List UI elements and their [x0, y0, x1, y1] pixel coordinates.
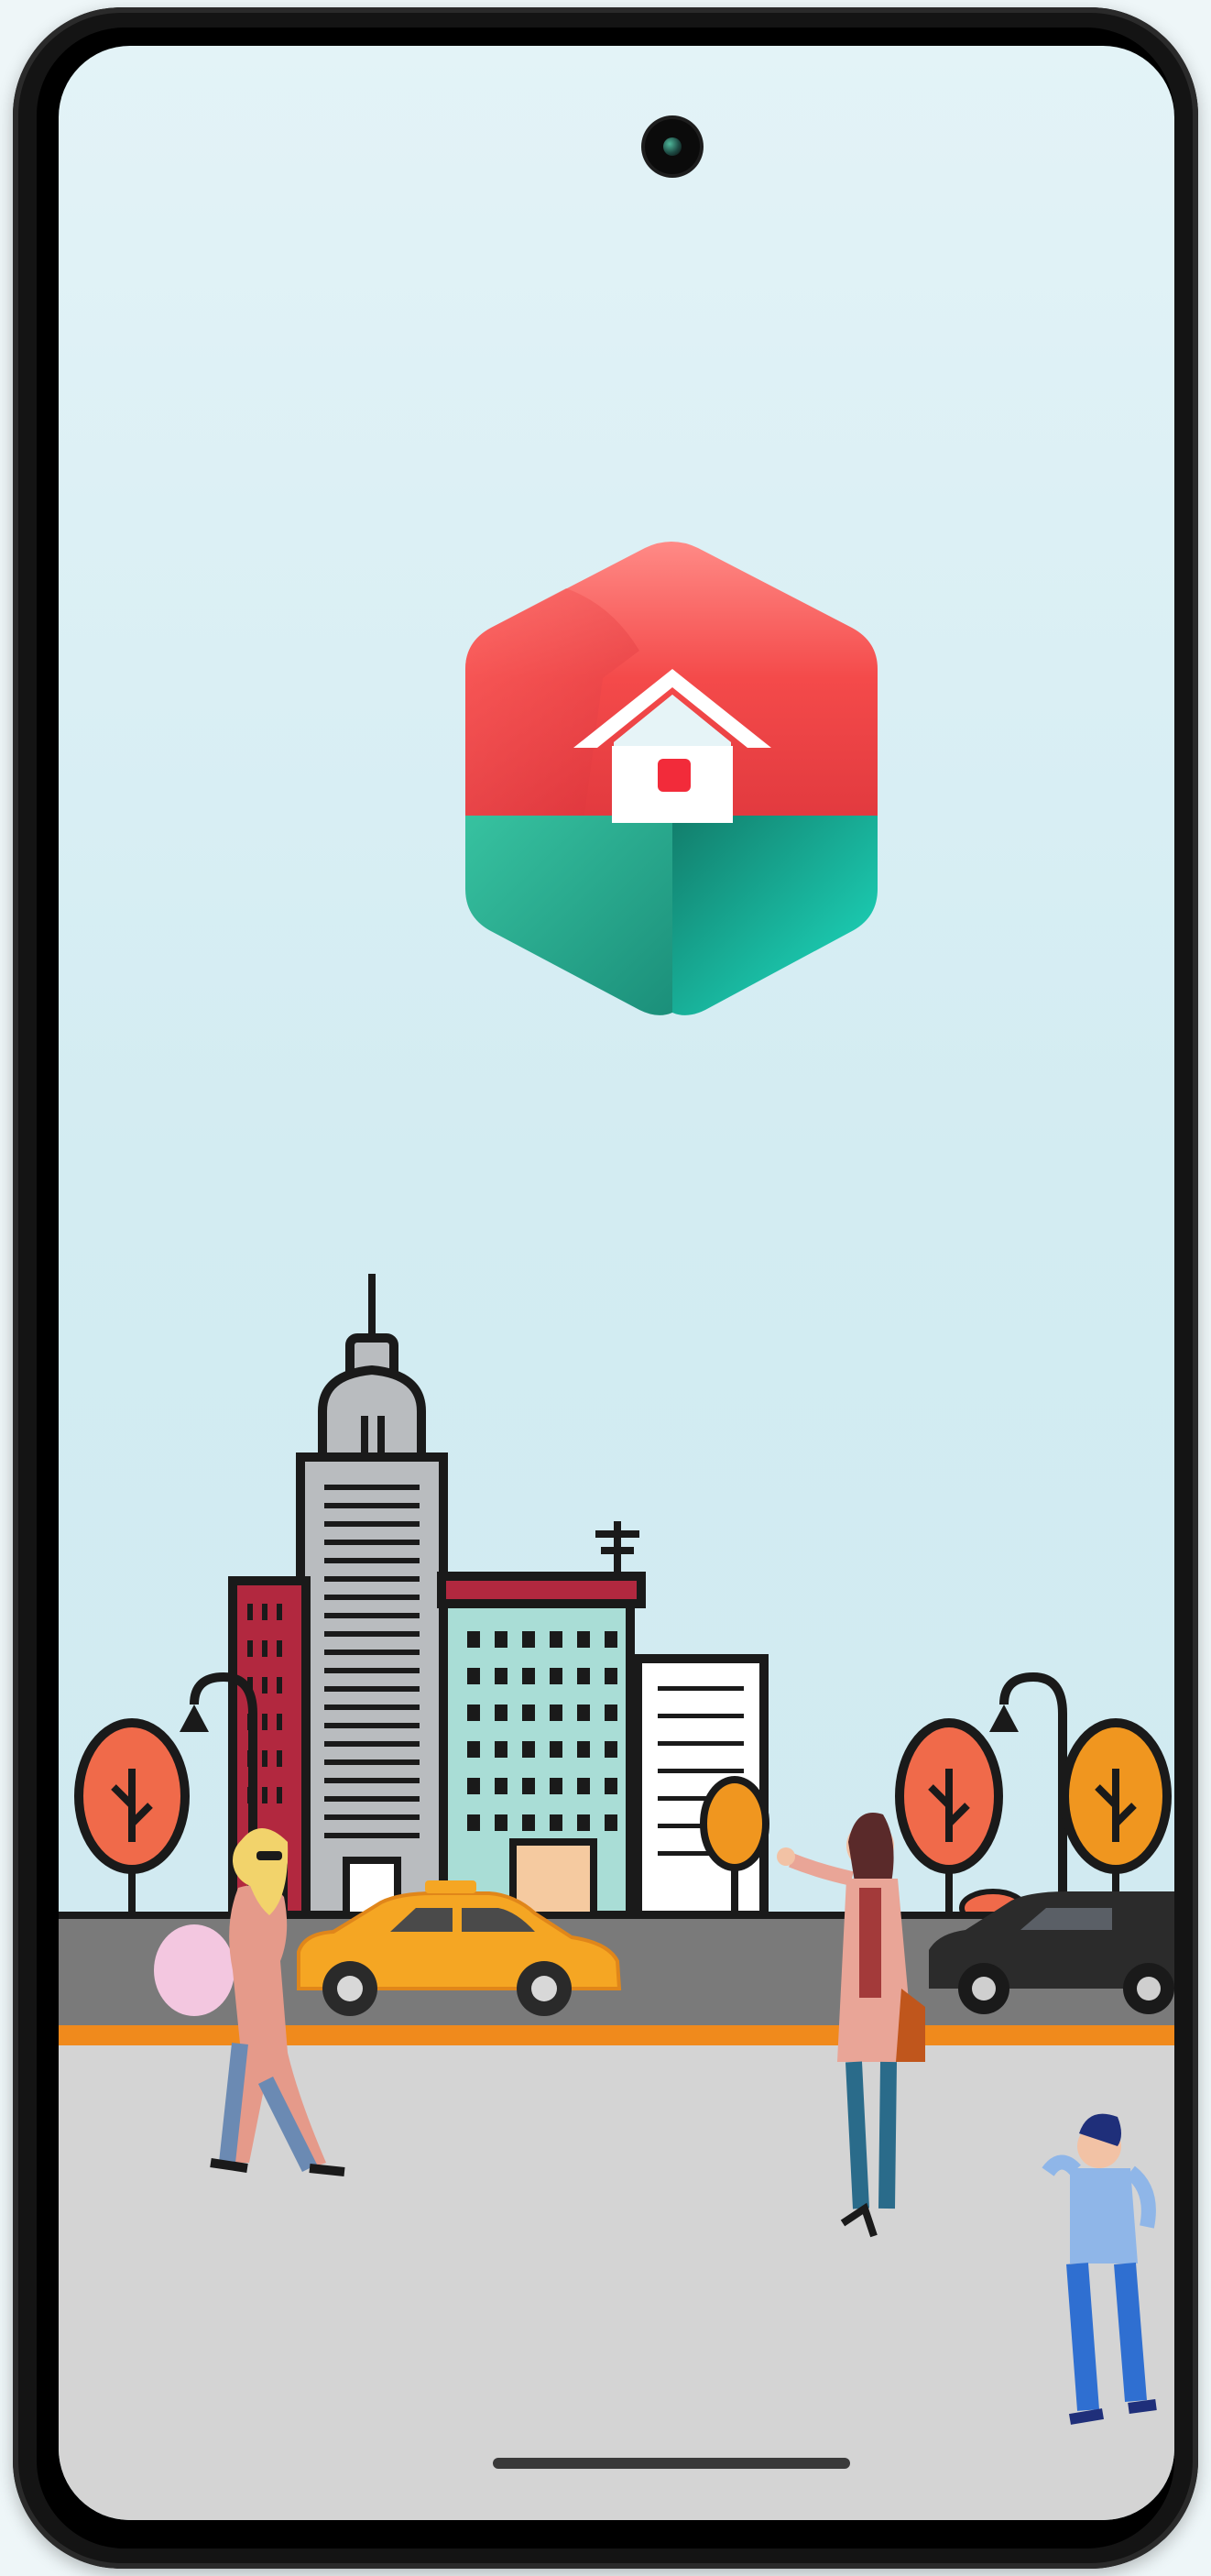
home-indicator[interactable] [493, 2458, 850, 2469]
front-camera-icon [645, 119, 700, 174]
house-hexagon-logo [465, 542, 878, 1015]
road-accent-line [59, 2025, 1174, 2045]
city-street-illustration [59, 1274, 1174, 2520]
buildings [228, 1274, 769, 1920]
splash-screen [59, 46, 1174, 2520]
device-stage [0, 0, 1211, 2576]
camera-lens [663, 137, 682, 156]
